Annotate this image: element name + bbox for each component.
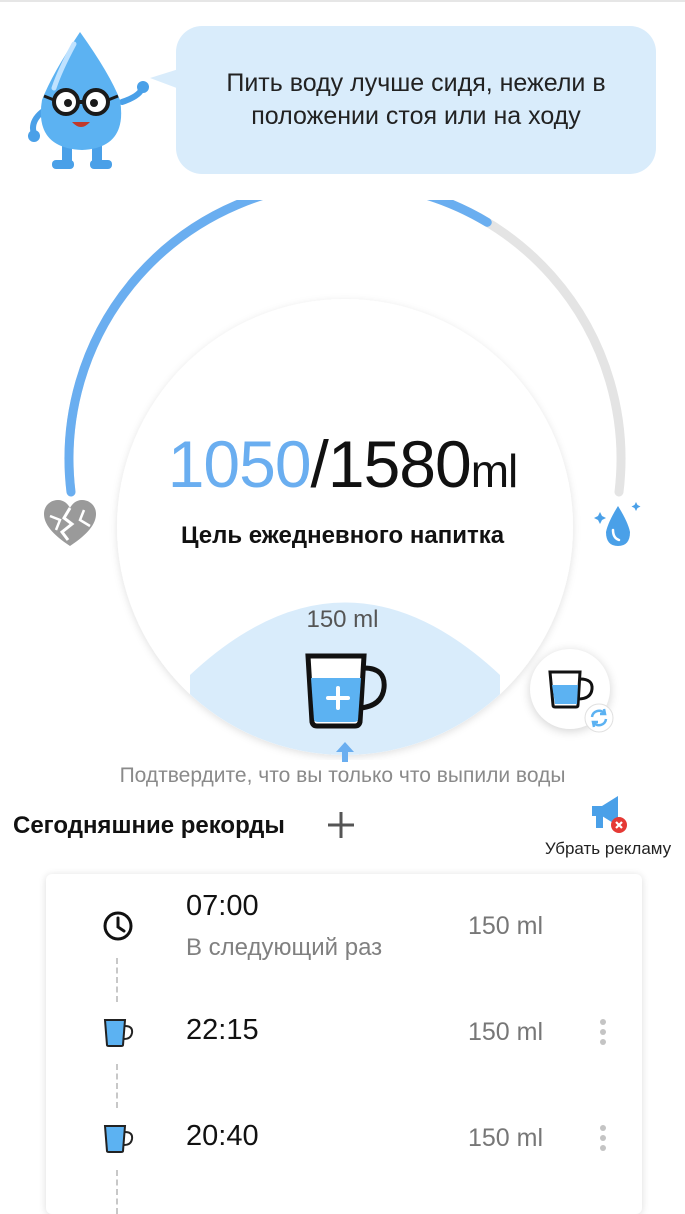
timeline-connector (116, 1064, 120, 1108)
record-time: 07:00 (186, 890, 259, 922)
water-drop-mascot-icon (28, 32, 149, 169)
cup-amount: 150 ml (306, 606, 379, 633)
remove-ads-label: Убрать рекламу (544, 839, 672, 858)
record-amount: 150 ml (468, 1124, 544, 1152)
tip-bubble: Пить воду лучше сидя, нежели в положении… (176, 26, 656, 174)
drink-cup-button[interactable] (300, 650, 390, 730)
clock-icon (103, 911, 133, 941)
cup-icon (103, 1019, 134, 1047)
records-card: 07:00 В следующий раз 150 ml 22:15 150 m… (46, 874, 642, 1214)
confirm-hint: Подтвердите, что вы только что выпили во… (119, 764, 566, 787)
timeline-connector (116, 1170, 120, 1214)
intake-unit: ml (470, 445, 519, 497)
record-amount: 150 ml (468, 912, 544, 940)
remove-ads-button[interactable]: Убрать рекламу (538, 792, 678, 862)
record-time: 22:15 (186, 1014, 259, 1046)
cup-icon (103, 1125, 134, 1153)
progress-value: 1050/1580ml (0, 428, 685, 507)
more-options-icon[interactable] (596, 1123, 610, 1153)
timeline-connector (116, 958, 120, 1002)
megaphone-icon (592, 796, 627, 833)
record-amount: 150 ml (468, 1018, 544, 1046)
up-arrow-icon (336, 742, 354, 762)
records-title: Сегодняшние рекорды (13, 812, 285, 839)
switch-cup-button[interactable] (530, 649, 614, 733)
goal-label: Цель ежедневного напитка (180, 522, 505, 549)
tip-text: Пить воду лучше сидя, нежели в положении… (226, 69, 606, 130)
progress-separator: / (310, 427, 329, 501)
add-record-button[interactable] (326, 810, 356, 840)
goal-intake: 1580 (327, 427, 472, 501)
more-options-icon[interactable] (596, 1017, 610, 1047)
refresh-icon (584, 703, 614, 733)
current-intake: 1050 (167, 427, 312, 501)
record-subtitle: В следующий раз (186, 934, 383, 961)
top-divider (0, 0, 685, 2)
record-time: 20:40 (186, 1120, 259, 1152)
